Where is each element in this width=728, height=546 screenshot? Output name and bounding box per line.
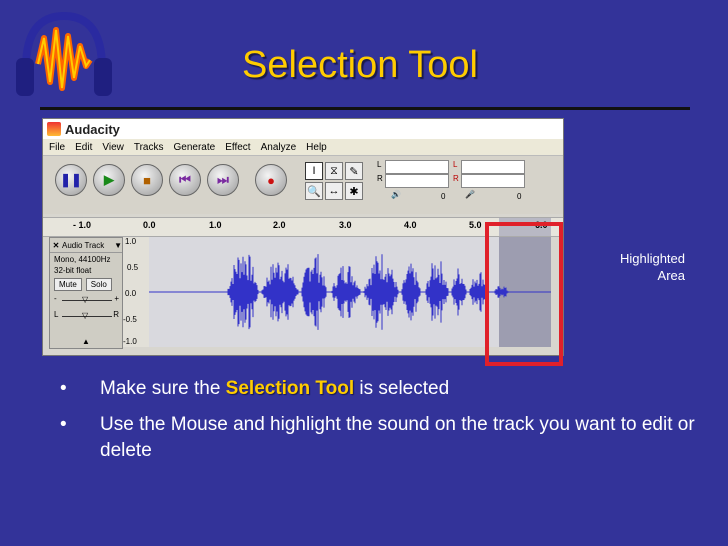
- speaker-icon: 🔊: [391, 190, 401, 199]
- menu-tracks[interactable]: Tracks: [134, 142, 164, 153]
- ruler-tick: 3.0: [339, 220, 352, 230]
- mute-button[interactable]: Mute: [54, 278, 82, 291]
- menu-edit[interactable]: Edit: [75, 142, 92, 153]
- bullet-dot: •: [60, 378, 67, 399]
- play-icon: ▶: [104, 172, 114, 187]
- skip-start-icon: ⏮: [179, 172, 191, 187]
- scale-label: 0.5: [127, 263, 139, 272]
- title-divider: [40, 107, 690, 110]
- play-meter-left: [385, 160, 449, 174]
- track-name[interactable]: Audio Track: [62, 241, 114, 250]
- record-icon: ●: [267, 172, 275, 188]
- collapse-track-icon[interactable]: ▲: [50, 337, 122, 346]
- menu-analyze[interactable]: Analyze: [261, 142, 297, 153]
- microphone-icon: 🎤: [465, 190, 475, 199]
- stop-button[interactable]: ■: [131, 164, 163, 196]
- gain-minus-label: -: [54, 294, 57, 303]
- timeshift-tool-icon: ↔: [328, 185, 340, 197]
- ruler-tick: 0.0: [143, 220, 156, 230]
- play-meter-right: [385, 174, 449, 188]
- menu-file[interactable]: File: [49, 142, 65, 153]
- amplitude-scale: 1.0 0.5 0.0 -0.5 -1.0: [123, 237, 149, 347]
- ruler-tick: - 1.0: [73, 220, 92, 230]
- chevron-down-icon[interactable]: ▼: [114, 241, 122, 250]
- menu-bar: File Edit View Tracks Generate Effect An…: [43, 139, 563, 156]
- play-meter-right-label: R: [377, 174, 383, 183]
- ruler-tick: 5.0: [469, 220, 482, 230]
- menu-generate[interactable]: Generate: [174, 142, 216, 153]
- window-title: Audacity: [65, 121, 120, 137]
- selection-tool-button[interactable]: I: [305, 162, 323, 180]
- zoom-tool-icon: 🔍: [307, 185, 321, 198]
- audacity-logo: [8, 8, 120, 104]
- rec-meter-zero: 0: [517, 192, 522, 201]
- ruler-tick: 1.0: [209, 220, 222, 230]
- rec-meter-right: [461, 174, 525, 188]
- draw-tool-icon: ✎: [349, 165, 359, 178]
- track-bitdepth: 32-bit float: [54, 266, 92, 275]
- window-titlebar: Audacity: [43, 119, 563, 139]
- skip-end-icon: ⏭: [217, 172, 229, 187]
- slide-title: Selection Tool: [242, 44, 478, 86]
- multi-tool-button[interactable]: ✱: [345, 182, 363, 200]
- skip-start-button[interactable]: ⏮: [169, 164, 201, 196]
- scale-label: 0.0: [125, 289, 137, 298]
- selection-tool-icon: I: [312, 165, 316, 177]
- scale-label: -1.0: [123, 337, 137, 346]
- rec-meter-right-label: R: [453, 174, 459, 183]
- play-meter-left-label: L: [377, 160, 382, 169]
- pause-icon: ❚❚: [60, 172, 82, 187]
- multi-tool-icon: ✱: [349, 185, 359, 198]
- bullet-text: is selected: [354, 378, 450, 399]
- highlight-box: [485, 222, 563, 366]
- ruler-tick: 2.0: [273, 220, 286, 230]
- zoom-tool-button[interactable]: 🔍: [305, 182, 323, 200]
- bullet-item: • Make sure the Selection Tool is select…: [60, 376, 710, 402]
- stop-icon: ■: [143, 172, 151, 188]
- skip-end-button[interactable]: ⏭: [207, 164, 239, 196]
- highlighted-area-label: Highlighted Area: [619, 251, 685, 283]
- audacity-app-icon: [47, 122, 61, 136]
- scale-label: -0.5: [123, 315, 137, 324]
- bullet-item: • Use the Mouse and highlight the sound …: [60, 412, 710, 464]
- bullet-dot: •: [60, 414, 67, 435]
- scale-label: 1.0: [125, 237, 137, 246]
- track-control-panel: ✕ Audio Track ▼ Mono, 44100Hz 32-bit flo…: [49, 237, 123, 349]
- solo-button[interactable]: Solo: [85, 278, 112, 291]
- bullet-list: • Make sure the Selection Tool is select…: [60, 376, 710, 474]
- timeshift-tool-button[interactable]: ↔: [325, 182, 343, 200]
- bullet-text: Make sure the: [100, 378, 226, 399]
- record-button[interactable]: ●: [255, 164, 287, 196]
- menu-effect[interactable]: Effect: [225, 142, 250, 153]
- menu-help[interactable]: Help: [306, 142, 327, 153]
- pan-right-label: R: [113, 310, 119, 319]
- envelope-tool-icon: ⧖: [330, 164, 338, 177]
- bullet-text: Use the Mouse and highlight the sound on…: [100, 414, 695, 461]
- gain-plus-label: +: [114, 294, 119, 303]
- track-format: Mono, 44100Hz: [54, 255, 111, 264]
- pan-left-label: L: [54, 310, 59, 319]
- envelope-tool-button[interactable]: ⧖: [325, 162, 343, 180]
- pause-button[interactable]: ❚❚: [55, 164, 87, 196]
- rec-meter-left: [461, 160, 525, 174]
- gain-slider-thumb[interactable]: ▽: [82, 295, 88, 304]
- ruler-tick: 4.0: [404, 220, 417, 230]
- play-meter-zero: 0: [441, 192, 446, 201]
- draw-tool-button[interactable]: ✎: [345, 162, 363, 180]
- menu-view[interactable]: View: [102, 142, 124, 153]
- bullet-emphasis: Selection Tool: [225, 378, 355, 399]
- close-track-icon[interactable]: ✕: [50, 241, 62, 250]
- toolbar: ❚❚ ▶ ■ ⏮ ⏭ ● I ⧖ ✎ 🔍 ↔ ✱ L R 🔊 0 L R 🎤 0: [43, 156, 563, 214]
- play-button[interactable]: ▶: [93, 164, 125, 196]
- rec-meter-left-label: L: [453, 160, 458, 169]
- pan-slider-thumb[interactable]: ▽: [82, 311, 88, 320]
